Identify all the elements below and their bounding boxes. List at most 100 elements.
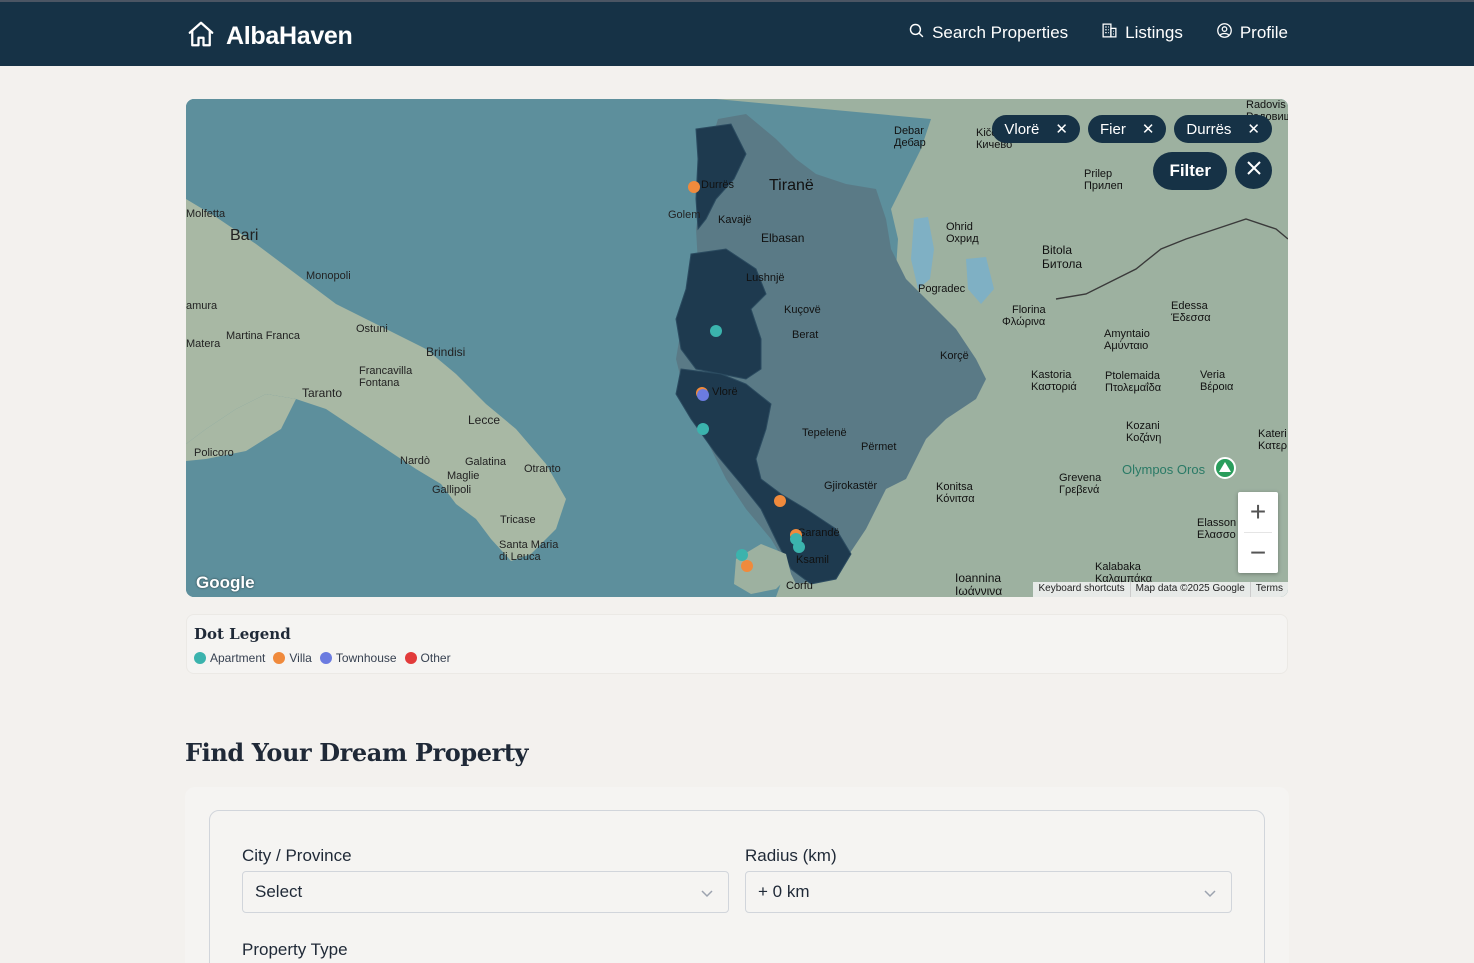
search-icon bbox=[908, 22, 925, 44]
nav-profile[interactable]: Profile bbox=[1216, 22, 1288, 44]
user-circle-icon bbox=[1216, 22, 1233, 44]
map-label: Kalabaka bbox=[1095, 561, 1141, 573]
search-form: City / Province Select Radius (km) + 0 k… bbox=[209, 810, 1265, 963]
map-label: Φλώρινα bbox=[1002, 316, 1046, 328]
map-label: Galatina bbox=[465, 456, 506, 468]
filter-chip[interactable]: Durrës ✕ bbox=[1174, 115, 1272, 143]
legend-item-villa: Villa bbox=[273, 651, 312, 665]
legend-label: Apartment bbox=[210, 651, 266, 665]
close-icon[interactable]: ✕ bbox=[1142, 120, 1155, 138]
filter-chip[interactable]: Fier ✕ bbox=[1087, 115, 1167, 143]
region-fier[interactable] bbox=[675, 248, 767, 380]
property-marker-apartment[interactable] bbox=[710, 325, 722, 337]
city-select[interactable]: Select bbox=[242, 871, 729, 913]
map-label: Αμύνταιο bbox=[1104, 340, 1149, 352]
legend-items: Apartment Villa Townhouse Other bbox=[194, 651, 451, 665]
map-label: Maglie bbox=[447, 470, 480, 482]
terms-link[interactable]: Terms bbox=[1249, 582, 1288, 597]
map-label: Fontana bbox=[359, 377, 400, 389]
map-label: Veria bbox=[1200, 369, 1226, 381]
map-label: Gjirokastër bbox=[824, 480, 878, 492]
map-label: Otranto bbox=[524, 463, 561, 475]
map-label: Corfu bbox=[786, 580, 813, 592]
legend-label: Villa bbox=[289, 651, 312, 665]
map-label: Охрид bbox=[946, 233, 979, 245]
map-label: Lecce bbox=[468, 413, 501, 427]
map-label: Francavilla bbox=[359, 365, 413, 377]
building-icon bbox=[1101, 22, 1118, 44]
filter-chip[interactable]: Vlorë ✕ bbox=[992, 115, 1080, 143]
map-label: Kavajë bbox=[718, 214, 752, 226]
property-marker-villa[interactable] bbox=[688, 181, 700, 193]
map-label: Ksamil bbox=[796, 554, 830, 566]
filter-chips: Vlorë ✕ Fier ✕ Durrës ✕ bbox=[992, 115, 1272, 143]
map-label: Ohrid bbox=[946, 221, 973, 233]
map-label: Amyntaio bbox=[1104, 328, 1150, 340]
map-label: Lushnjë bbox=[746, 272, 785, 284]
map-label: Golem bbox=[668, 209, 701, 221]
legend-title: Dot Legend bbox=[194, 625, 291, 643]
map-label: Vlorë bbox=[712, 386, 738, 398]
brand[interactable]: AlbaHaven bbox=[186, 19, 353, 54]
map-label: Kozani bbox=[1126, 420, 1160, 432]
map-label: Прилеп bbox=[1084, 180, 1123, 192]
map-label: Florina bbox=[1012, 304, 1046, 316]
map-label: Molfetta bbox=[186, 208, 226, 220]
map-label: Gallipoli bbox=[432, 484, 472, 496]
property-marker-apartment[interactable] bbox=[793, 541, 805, 553]
map-data-text: Map data ©2025 Google bbox=[1129, 582, 1250, 597]
keyboard-shortcuts-link[interactable]: Keyboard shortcuts bbox=[1033, 582, 1129, 597]
map-label: Tiranë bbox=[769, 177, 814, 194]
city-label: City / Province bbox=[242, 846, 352, 865]
map-label: Edessa bbox=[1171, 300, 1208, 312]
map-label: Grevena bbox=[1059, 472, 1102, 484]
property-marker-townhouse[interactable] bbox=[697, 389, 709, 401]
filter-chip-label: Vlorë bbox=[1004, 120, 1040, 138]
map-label: Martina Franca bbox=[226, 330, 300, 342]
radius-select[interactable]: + 0 km bbox=[745, 871, 1232, 913]
clear-filters-button[interactable] bbox=[1235, 152, 1272, 189]
dot-legend: Dot Legend Apartment Villa Townhouse Oth… bbox=[186, 614, 1288, 674]
nav-listings[interactable]: Listings bbox=[1101, 22, 1183, 44]
property-map[interactable]: Bari Molfetta Monopoli amura Martina Fra… bbox=[186, 99, 1288, 597]
map-label: Ιωάννινα bbox=[955, 584, 1003, 597]
radius-select-value: + 0 km bbox=[758, 882, 810, 901]
map-label: Κόνιτσα bbox=[936, 493, 975, 505]
map-label: Κοζάνη bbox=[1126, 432, 1162, 444]
map-label: Κατερ bbox=[1258, 440, 1288, 452]
map-label: Matera bbox=[186, 338, 221, 350]
zoom-in-button[interactable]: + bbox=[1238, 492, 1278, 532]
chevron-down-icon bbox=[700, 885, 714, 905]
zoom-controls: + − bbox=[1238, 492, 1278, 573]
search-card: City / Province Select Radius (km) + 0 k… bbox=[185, 787, 1289, 963]
townhouse-dot-icon bbox=[319, 652, 332, 664]
nav-profile-label: Profile bbox=[1239, 23, 1288, 42]
zoom-out-button[interactable]: − bbox=[1238, 533, 1278, 573]
map-label: Ioannina bbox=[955, 571, 1002, 585]
city-select-value: Select bbox=[255, 882, 303, 901]
map-label: Olympos Oros bbox=[1122, 462, 1206, 477]
map-label: Дебар bbox=[894, 137, 926, 149]
google-logo: Google bbox=[196, 573, 255, 592]
close-icon[interactable]: ✕ bbox=[1247, 120, 1260, 138]
brand-name: AlbaHaven bbox=[226, 22, 353, 50]
property-marker-villa[interactable] bbox=[741, 560, 753, 572]
legend-item-apartment: Apartment bbox=[194, 651, 265, 665]
filter-button[interactable]: Filter bbox=[1153, 152, 1227, 190]
map-label: Durrës bbox=[701, 179, 735, 191]
map-label: Pogradec bbox=[918, 283, 966, 295]
property-marker-apartment[interactable] bbox=[697, 423, 709, 435]
map-label: Bari bbox=[230, 227, 259, 244]
filter-chip-label: Fier bbox=[1099, 120, 1126, 138]
property-marker-villa[interactable] bbox=[774, 495, 786, 507]
map-label: Βέροια bbox=[1200, 381, 1234, 393]
map-attribution: Keyboard shortcuts Map data ©2025 Google… bbox=[1033, 582, 1288, 597]
close-icon[interactable]: ✕ bbox=[1055, 120, 1068, 138]
map-label: Monopoli bbox=[306, 270, 351, 282]
nav-search-properties[interactable]: Search Properties bbox=[908, 22, 1068, 44]
map-label: Berat bbox=[792, 329, 819, 341]
map-label: Radovis bbox=[1246, 99, 1286, 111]
map-label: Ptolemaida bbox=[1105, 370, 1161, 382]
search-section-title: Find Your Dream Property bbox=[185, 738, 529, 767]
villa-dot-icon bbox=[273, 652, 286, 664]
